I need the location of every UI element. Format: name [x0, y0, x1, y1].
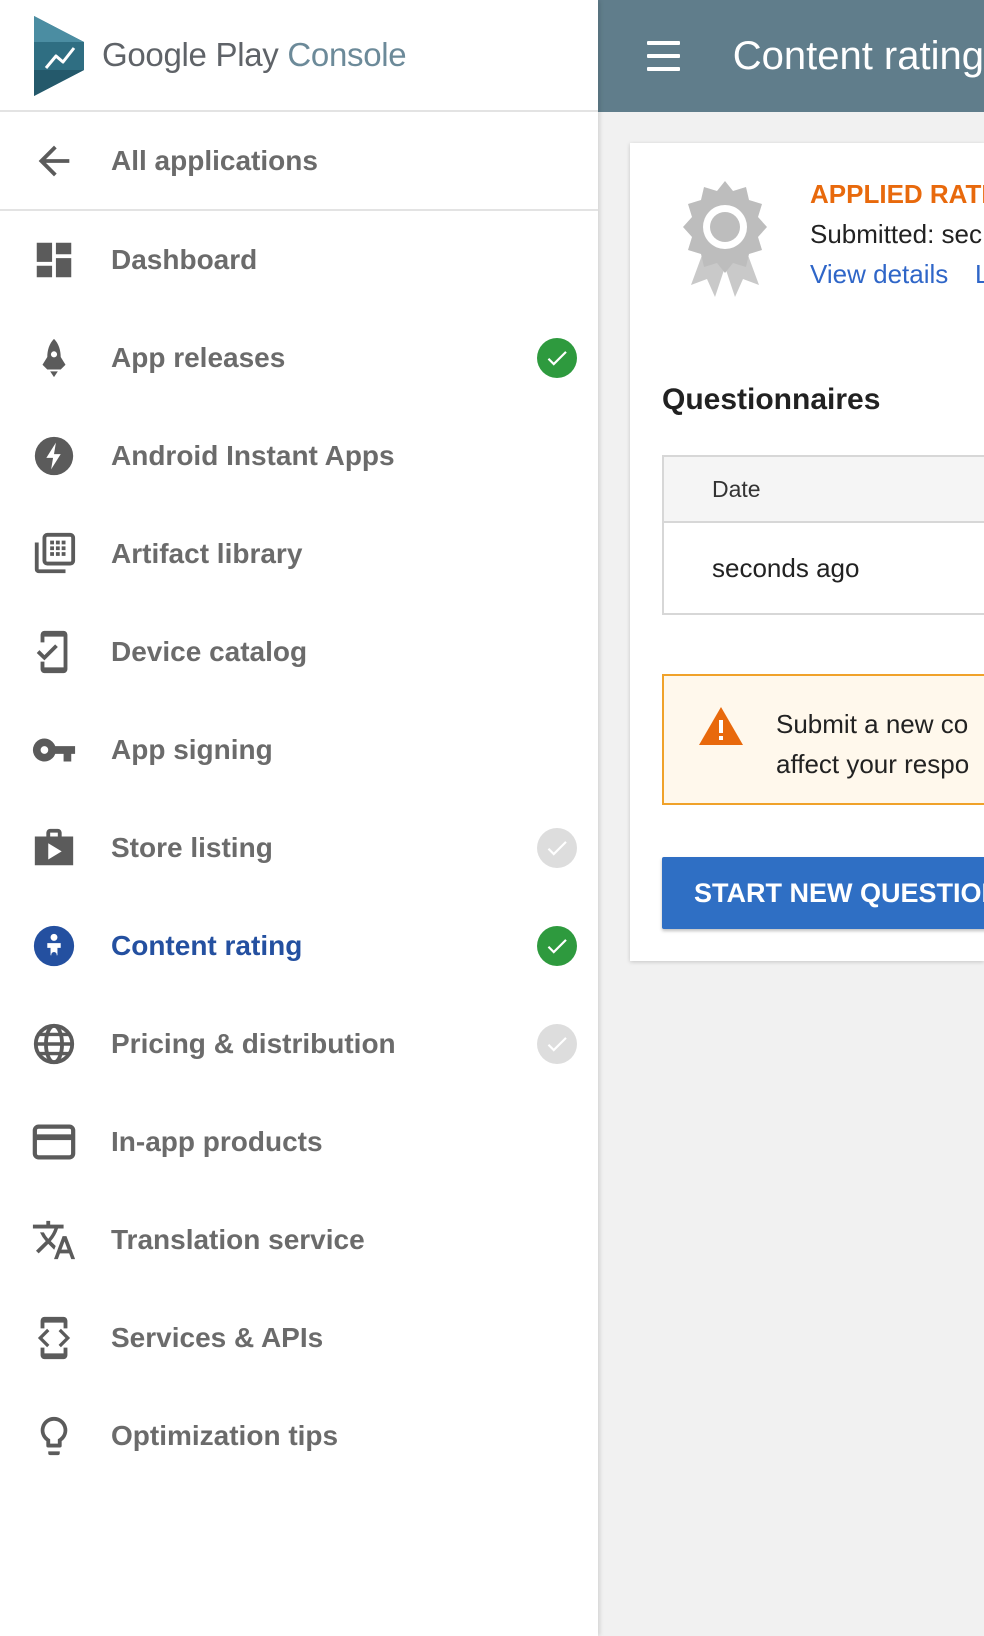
arrow-back-icon: [27, 134, 81, 188]
sidebar-item-store-listing[interactable]: Store listing: [0, 799, 598, 897]
content-rating-card: APPLIED RATIN Submitted: sec View detail…: [630, 143, 984, 961]
device-check-icon: [27, 625, 81, 679]
award-ribbon-icon: [683, 181, 767, 297]
code-icon: [27, 1311, 81, 1365]
content-rating-icon: [27, 919, 81, 973]
sidebar-item-label: Translation service: [111, 1224, 365, 1255]
sidebar-item-label: Android Instant Apps: [111, 440, 395, 471]
sidebar-item-label: In-app products: [111, 1126, 323, 1157]
all-applications-label: All applications: [111, 144, 318, 176]
sidebar-item-optimization-tips[interactable]: Optimization tips: [0, 1387, 598, 1485]
questionnaires-title: Questionnaires: [662, 383, 881, 416]
submitted-status: Submitted: sec: [810, 219, 982, 249]
sidebar: Google Play Console All applications Das…: [0, 0, 598, 1636]
sidebar-item-label: App signing: [111, 734, 273, 765]
play-console-logo-icon: [34, 16, 84, 96]
store-bag-icon: [27, 821, 81, 875]
start-new-questionnaire-button[interactable]: START NEW QUESTION: [662, 857, 984, 929]
sidebar-item-services-apis[interactable]: Services & APIs: [0, 1289, 598, 1387]
questionnaires-table: Date seconds ago: [662, 455, 984, 615]
status-incomplete-icon: [537, 1024, 577, 1064]
globe-icon: [27, 1017, 81, 1071]
status-complete-icon: [537, 338, 577, 378]
table-cell-date: seconds ago: [712, 552, 860, 583]
table-row[interactable]: seconds ago: [664, 523, 984, 613]
status-complete-icon: [537, 926, 577, 966]
warning-text-line-1: Submit a new co: [776, 709, 969, 739]
sidebar-item-app-releases[interactable]: App releases: [0, 309, 598, 407]
sidebar-item-label: Store listing: [111, 832, 273, 863]
sidebar-item-pricing-distribution[interactable]: Pricing & distribution: [0, 995, 598, 1093]
brand-name-console: Console: [287, 36, 407, 73]
nav-list: Dashboard App releases Android Instant A…: [0, 211, 598, 1485]
library-icon: [27, 527, 81, 581]
sidebar-item-in-app-products[interactable]: In-app products: [0, 1093, 598, 1191]
view-details-link[interactable]: View details: [810, 259, 948, 290]
menu-icon[interactable]: [647, 41, 680, 71]
lightning-icon: [27, 429, 81, 483]
table-header-date: Date: [664, 457, 984, 523]
lightbulb-icon: [27, 1409, 81, 1463]
sidebar-item-label: Services & APIs: [111, 1322, 324, 1353]
all-applications-link[interactable]: All applications: [0, 112, 598, 211]
dashboard-icon: [27, 233, 81, 287]
brand-name: Google Play Console: [102, 36, 407, 74]
sidebar-item-label: App releases: [111, 342, 286, 373]
warning-text: Submit a new co affect your respo: [776, 704, 969, 784]
brand-header: Google Play Console: [0, 0, 598, 112]
key-icon: [27, 723, 81, 777]
warning-icon: [699, 707, 743, 745]
sidebar-item-translation-service[interactable]: Translation service: [0, 1191, 598, 1289]
sidebar-item-app-signing[interactable]: App signing: [0, 701, 598, 799]
sidebar-item-label: Optimization tips: [111, 1420, 339, 1451]
rocket-icon: [27, 331, 81, 385]
sidebar-item-label: Content rating: [111, 930, 303, 961]
credit-card-icon: [27, 1115, 81, 1169]
sidebar-item-label: Pricing & distribution: [111, 1028, 396, 1059]
secondary-link[interactable]: L: [975, 259, 984, 290]
status-incomplete-icon: [537, 828, 577, 868]
sidebar-item-artifact-library[interactable]: Artifact library: [0, 505, 598, 603]
page-title: Content rating: [732, 33, 984, 78]
brand-name-main: Google Play: [102, 36, 279, 73]
sidebar-item-content-rating[interactable]: Content rating: [0, 897, 598, 995]
translate-icon: [27, 1213, 81, 1267]
sidebar-item-label: Device catalog: [111, 636, 308, 667]
sidebar-item-android-instant-apps[interactable]: Android Instant Apps: [0, 407, 598, 505]
sidebar-item-device-catalog[interactable]: Device catalog: [0, 603, 598, 701]
top-app-bar: Content rating: [598, 0, 984, 112]
warning-banner: Submit a new co affect your respo: [662, 674, 984, 805]
applied-rating-heading: APPLIED RATIN: [810, 179, 984, 209]
warning-text-line-2: affect your respo: [776, 749, 970, 779]
sidebar-item-label: Dashboard: [111, 244, 258, 275]
sidebar-item-dashboard[interactable]: Dashboard: [0, 211, 598, 309]
sidebar-item-label: Artifact library: [111, 538, 303, 569]
